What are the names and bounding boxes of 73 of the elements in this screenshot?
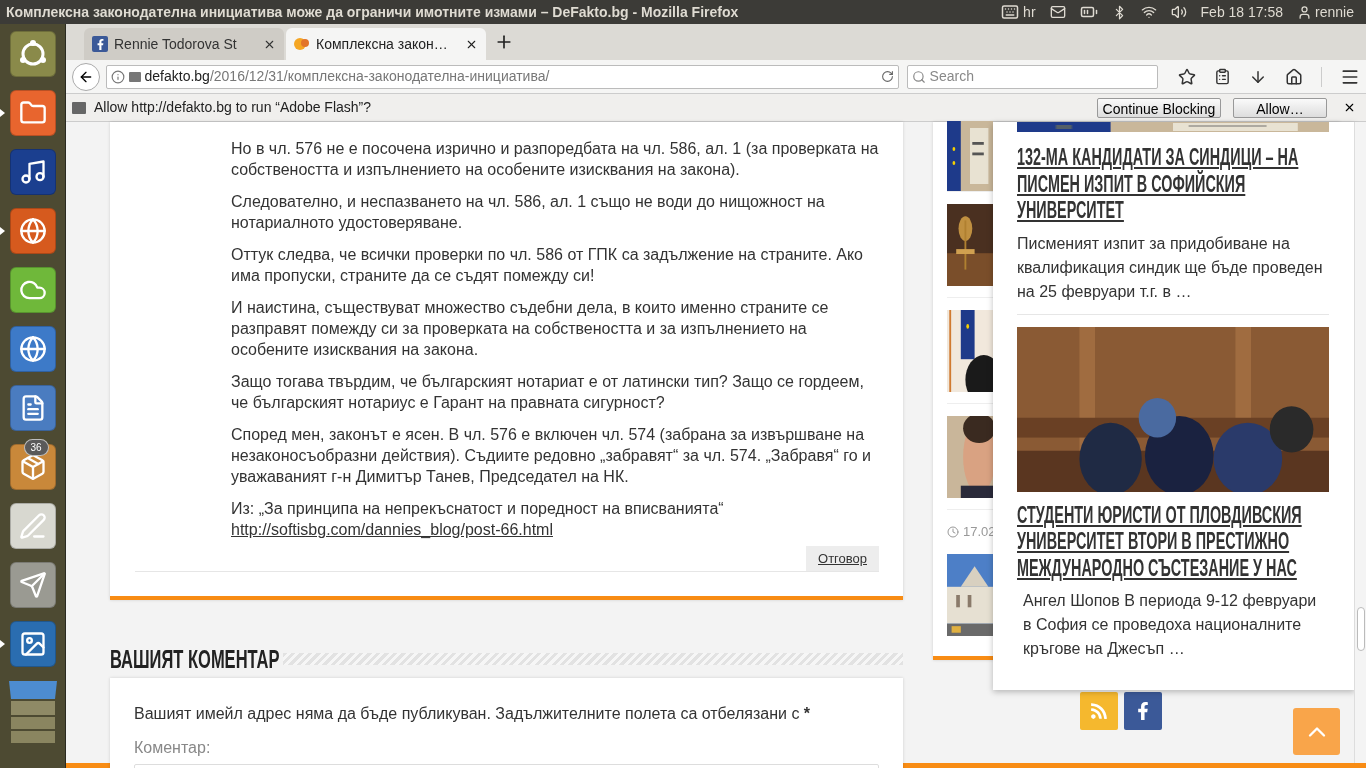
running-indicator-icon — [0, 109, 5, 117]
browser-tab[interactable]: Комплексна закон… — [286, 28, 486, 60]
article-paragraph: Но в чл. 576 не е посочена изрично и разпоредбата на чл. 586, ал. 1 (за проверката на собствеността и изпълнението на особените изисквания на закона). — [231, 139, 879, 180]
form-notice: Вашият имейл адрес няма да бъде публикуван. Задължителните полета са отбелязани с — [134, 705, 800, 722]
pen-icon — [9, 502, 56, 549]
post-title-link[interactable]: СТУДЕНТИ ЮРИСТИ ОТ ПЛОВДИВСКИЯ УНИВЕРСИТЕТ ВТОРИ В ПРЕСТИЖНО МЕЖДУНАРОДНО СЪСТЕЗАНИЕ У НАС — [1017, 501, 1329, 581]
launcher-item[interactable]: 36 — [9, 443, 56, 490]
package-icon — [9, 443, 56, 490]
reply-button[interactable]: Отговор — [806, 546, 879, 571]
article-paragraph: И наистина, съществуват множество съдебни дела, в които именно страните се разправят помежду си за проверката на собствеността и за изпълнението на особените изисквания на закона. — [231, 298, 830, 360]
launcher-item[interactable] — [9, 384, 56, 431]
facebook-icon — [92, 36, 108, 52]
article-paragraph: Оттук следва, че всички проверки по чл. 586 от ГПК са задължение на страните. Ако има пропуски, страните да се съдят помежду си! — [231, 245, 864, 286]
source-text: Из: „За принципа на непрекъснатост и поредност на вписванията“ — [231, 499, 725, 519]
url-domain: defakto.bg — [144, 68, 210, 84]
running-indicator-icon — [0, 640, 5, 648]
wifi-icon[interactable] — [1140, 4, 1157, 20]
running-indicator-icon — [0, 227, 5, 235]
clock-icon — [947, 526, 959, 538]
article-paragraph: Защо тогава твърдим, че българският нотариат е от латински тип? Защо се гордеем, че българският нотариус е Гарант на правната сигурност? — [231, 372, 865, 413]
post-title-link[interactable]: 132-МА КАНДИДАТИ ЗА СИНДИЦИ – НА ПИСМЕН ИЗПИТ В СОФИЙСКИЯ УНИВЕРСИТЕТ — [1017, 144, 1329, 224]
launcher-item[interactable] — [9, 89, 56, 136]
search-box[interactable]: Search — [906, 64, 1158, 89]
notification-text: Allow http://defakto.bg to run “Adobe Flash”? — [94, 98, 372, 117]
info-icon[interactable] — [110, 69, 125, 84]
volume-icon[interactable] — [1170, 4, 1187, 20]
field-label: Коментар: — [134, 738, 212, 758]
close-icon[interactable] — [1343, 101, 1356, 114]
clock-text[interactable]: Feb 18 17:58 — [1200, 1, 1284, 23]
reading-list-icon[interactable] — [1214, 68, 1231, 85]
site-logo-icon — [294, 36, 310, 52]
browser-icon — [9, 325, 56, 372]
browser-tab[interactable]: Rennie Todorova St — [84, 28, 284, 60]
article-paragraph: Следователно, и неспазването на чл. 586, ал. 1 също не води до нищожност на нотариалното удостоверяване. — [231, 192, 826, 233]
plugin-icon[interactable] — [128, 71, 141, 82]
user-icon[interactable] — [1297, 4, 1313, 20]
launcher-item[interactable] — [9, 266, 56, 313]
source-link[interactable]: http://softisbg.com/dannies_blog/post-66.html — [231, 519, 553, 540]
article-paragraph: Според мен, законът е ясен. В чл. 576 е включен чл. 574 (забрана за извършване на незаконосъобразни действия). Съдиите редовно „забравят“ за чл. 574. „Забравя“ го и уважаваният г-н Димитър Танев, Председател на НК. — [231, 425, 872, 487]
audio-wave-icon — [9, 148, 56, 195]
post-excerpt: Ангел Шопов В периода 9-12 февруари в София се проведоха националните кръгове на Джесъп … — [1022, 591, 1318, 659]
launcher-item[interactable] — [9, 325, 56, 372]
rss-icon — [1090, 702, 1108, 720]
search-field[interactable]: Search — [929, 66, 1153, 87]
url-path: /2016/12/31/комплексна-законодателна-инициатива/ — [209, 68, 550, 84]
window-title: Комплексна законодателна инициатива може да ограничи имотните измами – DeFakto.bg - Mozilla Firefox — [6, 2, 739, 22]
search-icon — [911, 69, 926, 84]
address-bar[interactable]: defakto.bg/2016/12/31/комплексна-законодателна-инициатива/ — [105, 64, 899, 89]
plane-icon — [9, 561, 56, 608]
scrollbar-thumb[interactable] — [1357, 607, 1365, 651]
notification-button[interactable]: Continue Blocking — [1097, 97, 1221, 118]
reload-icon[interactable] — [880, 70, 894, 83]
launcher-item[interactable] — [9, 207, 56, 254]
required-mark: * — [803, 705, 811, 722]
home-icon[interactable] — [1285, 67, 1303, 86]
launcher-item[interactable] — [9, 148, 56, 195]
post-excerpt: Писменият изпит за придобиване на квалификация синдик ще бъде проведен на 25 февруари т.г. в … — [1017, 233, 1324, 302]
back-button[interactable] — [72, 62, 100, 91]
launcher-item[interactable] — [9, 502, 56, 549]
document-icon — [9, 384, 56, 431]
keyboard-icon[interactable] — [1001, 3, 1020, 21]
mail-icon[interactable] — [1049, 4, 1066, 20]
folder-icon — [9, 89, 56, 136]
keyboard-layout[interactable]: hr — [1023, 1, 1036, 23]
section-heading: ВАШИЯТ КОМЕНТАР — [110, 646, 280, 672]
facebook-button[interactable] — [1124, 692, 1162, 730]
cloud-icon — [9, 266, 56, 313]
bookmark-icon[interactable] — [1178, 67, 1196, 86]
plugin-icon — [72, 101, 86, 114]
notification-button[interactable]: Allow… — [1233, 97, 1327, 118]
user-name[interactable]: rennie — [1315, 1, 1354, 23]
launcher-item[interactable] — [9, 561, 56, 608]
globe-icon — [9, 207, 56, 254]
